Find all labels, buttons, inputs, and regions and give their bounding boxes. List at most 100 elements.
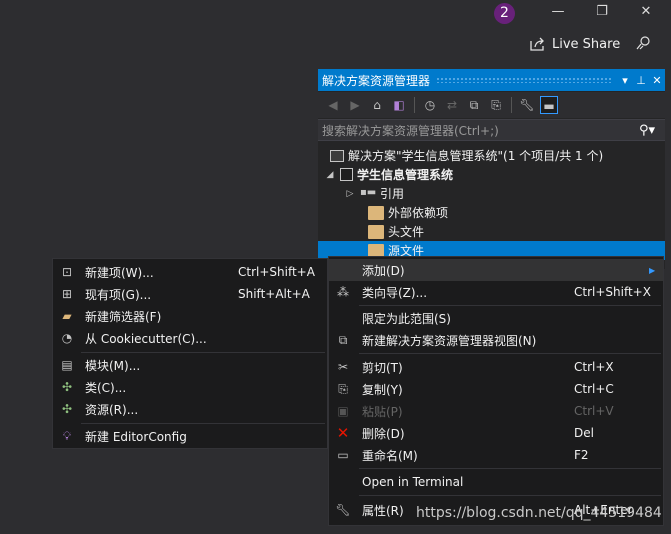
sync-icon[interactable]: ⇄ (443, 96, 461, 114)
expanded-arrow-icon[interactable]: ◢ (324, 170, 336, 180)
menu-item-add[interactable]: 添加(D) ▶ (329, 259, 663, 281)
menu-item-label: 资源(R)... (85, 402, 139, 417)
menu-item-label: 属性(R) (362, 503, 404, 518)
references-icon: ▪▬ (360, 186, 377, 198)
new-view-icon: ⧉ (338, 333, 348, 347)
tree-item-header-files[interactable]: 头文件 (318, 222, 665, 241)
menu-item-shortcut: Shift+Alt+A (238, 287, 310, 301)
back-icon[interactable]: ◀ (324, 96, 342, 114)
menu-separator (359, 468, 661, 469)
menu-item-shortcut: F2 (574, 448, 589, 462)
pending-changes-icon[interactable]: ◷ (421, 96, 439, 114)
menu-item-shortcut: Ctrl+C (574, 382, 614, 396)
solution-explorer-title: 解决方案资源管理器 (322, 73, 431, 88)
solution-explorer-panel: 解决方案资源管理器 ▾ ⊥ ✕ ◀ ▶ ⌂ ◧ ◷ ⇄ ⧉ ⎘ 🔧︎ ▬ 搜索解… (318, 69, 665, 269)
menu-item-label: 新建 EditorConfig (85, 429, 187, 444)
live-share-button[interactable]: Live Share (530, 34, 620, 54)
menu-item-paste[interactable]: ▣ 粘贴(P) Ctrl+V (329, 400, 663, 422)
tree-item-solution[interactable]: 解决方案"学生信息管理系统"(1 个项目/共 1 个) (318, 146, 665, 165)
feedback-icon[interactable] (636, 35, 652, 51)
tree-item-external-deps[interactable]: 外部依赖项 (318, 203, 665, 222)
close-panel-icon[interactable]: ✕ (649, 74, 665, 87)
collapsed-arrow-icon[interactable]: ▷ (344, 189, 356, 199)
menu-item-new-item[interactable]: ⊡ 新建项(W)... Ctrl+Shift+A (53, 261, 327, 283)
class-wizard-icon: ⁂ (337, 285, 349, 299)
menu-item-class-wizard[interactable]: ⁂ 类向导(Z)... Ctrl+Shift+X (329, 281, 663, 303)
solution-explorer-search[interactable]: 搜索解决方案资源管理器(Ctrl+;) ⚲▾ (318, 119, 665, 141)
forward-icon[interactable]: ▶ (346, 96, 364, 114)
menu-separator (359, 305, 661, 306)
rename-icon: ▭ (337, 448, 349, 462)
project-icon (340, 168, 353, 181)
copy-icon: ⎘ (338, 382, 348, 396)
menu-item-shortcut: Ctrl+V (574, 404, 614, 418)
menu-item-shortcut: Ctrl+Shift+A (238, 265, 315, 279)
menu-item-new-explorer-view[interactable]: ⧉ 新建解决方案资源管理器视图(N) (329, 329, 663, 351)
menu-item-editorconfig[interactable]: 💡︎ 新建 EditorConfig (53, 425, 327, 447)
menu-item-label: 删除(D) (362, 426, 405, 441)
search-icon[interactable]: ⚲▾ (639, 123, 665, 138)
maximize-button[interactable]: ❐ (594, 4, 610, 20)
collapse-all-icon[interactable]: ⧉ (465, 96, 483, 114)
menu-item-label: 限定为此范围(S) (362, 311, 451, 326)
submenu-arrow-icon: ▶ (649, 265, 656, 275)
minimize-button[interactable]: — (550, 4, 566, 20)
window-position-dropdown-icon[interactable]: ▾ (617, 74, 633, 87)
paste-icon: ▣ (337, 404, 349, 418)
menu-item-resource[interactable]: ✣ 资源(R)... (53, 398, 327, 420)
menu-item-label: 新建筛选器(F) (85, 309, 162, 324)
close-button[interactable]: ✕ (638, 4, 654, 20)
home-icon[interactable]: ⌂ (368, 96, 386, 114)
tree-item-label: 头文件 (388, 225, 425, 239)
toolbar-separator (414, 97, 415, 113)
menu-item-label: 类向导(Z)... (362, 285, 428, 300)
menu-item-label: 模块(M)... (85, 358, 141, 373)
search-input[interactable]: 搜索解决方案资源管理器(Ctrl+;) (322, 122, 499, 139)
live-share-label: Live Share (552, 36, 621, 52)
pin-icon[interactable]: ⊥ (633, 74, 649, 87)
menu-item-copy[interactable]: ⎘ 复制(Y) Ctrl+C (329, 378, 663, 400)
menu-item-label: 类(C)... (85, 380, 127, 395)
tree-item-project[interactable]: ◢ 学生信息管理系统 (318, 165, 665, 184)
menu-item-module[interactable]: ▤ 模块(M)... (53, 354, 327, 376)
tree-item-label: 学生信息管理系统 (357, 168, 454, 182)
menu-item-existing-item[interactable]: ⊞ 现有项(G)... Shift+Alt+A (53, 283, 327, 305)
menu-item-cookiecutter[interactable]: ◔ 从 Cookiecutter(C)... (53, 327, 327, 349)
menu-item-label: Open in Terminal (362, 475, 464, 489)
editorconfig-icon: 💡︎ (62, 429, 72, 443)
toolbar-separator (511, 97, 512, 113)
menu-item-scope-to-this[interactable]: 限定为此范围(S) (329, 307, 663, 329)
menu-item-shortcut: Del (574, 426, 594, 440)
menu-separator (81, 352, 325, 353)
menu-item-label: 重命名(M) (362, 448, 418, 463)
existing-item-icon: ⊞ (61, 287, 73, 301)
menu-item-new-filter[interactable]: ▰ 新建筛选器(F) (53, 305, 327, 327)
menu-item-rename[interactable]: ▭ 重命名(M) F2 (329, 444, 663, 466)
tree-item-label: 引用 (380, 187, 405, 201)
notification-badge[interactable]: 2 (494, 3, 515, 24)
properties-icon: 🔧︎ (335, 503, 351, 517)
resource-icon: ✣ (61, 402, 73, 416)
preview-selected-icon[interactable]: ▬ (540, 96, 558, 114)
solution-explorer-toolbar: ◀ ▶ ⌂ ◧ ◷ ⇄ ⧉ ⎘ 🔧︎ ▬ (318, 92, 665, 118)
solution-explorer-titlebar: 解决方案资源管理器 ▾ ⊥ ✕ (318, 69, 665, 91)
show-all-files-icon[interactable]: ⎘ (487, 96, 505, 114)
class-icon: ✣ (61, 380, 73, 394)
menu-item-label: 粘贴(P) (362, 404, 403, 419)
switch-views-icon[interactable]: ◧ (390, 96, 408, 114)
properties-wrench-icon[interactable]: 🔧︎ (518, 96, 536, 114)
tree-item-references[interactable]: ▷ ▪▬ 引用 (318, 184, 665, 203)
folder-icon (368, 205, 384, 220)
menu-item-cut[interactable]: ✂ 剪切(T) Ctrl+X (329, 356, 663, 378)
menu-item-open-in-terminal[interactable]: Open in Terminal (329, 471, 663, 493)
menu-item-label: 新建项(W)... (85, 265, 154, 280)
drag-grip[interactable] (436, 77, 611, 83)
module-icon: ▤ (61, 358, 73, 372)
menu-item-label: 新建解决方案资源管理器视图(N) (362, 333, 537, 348)
menu-item-delete[interactable]: ✕ 删除(D) Del (329, 422, 663, 444)
menu-separator (359, 353, 661, 354)
tree-item-label: 解决方案"学生信息管理系统"(1 个项目/共 1 个) (348, 149, 604, 163)
cookiecutter-icon: ◔ (61, 331, 73, 345)
live-share-icon (530, 37, 544, 51)
menu-item-class[interactable]: ✣ 类(C)... (53, 376, 327, 398)
